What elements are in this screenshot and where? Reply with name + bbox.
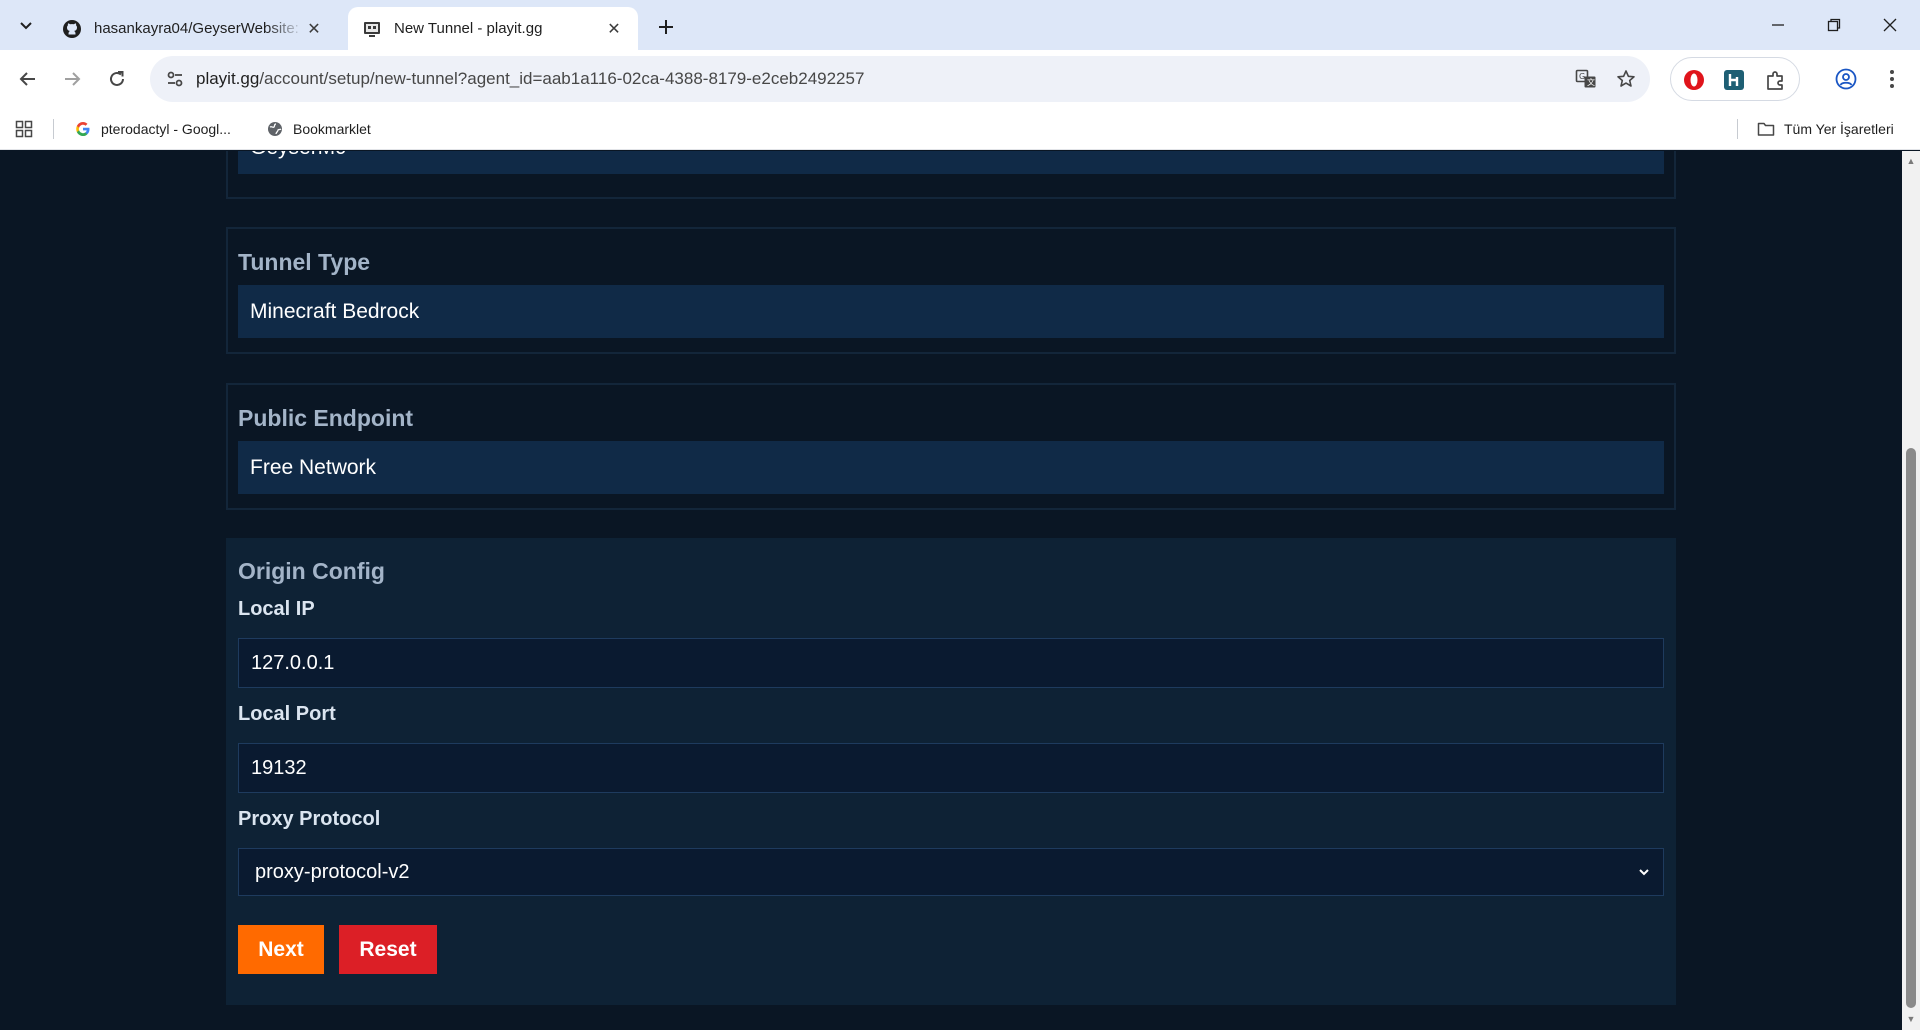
tunnel-name-section: GeyserMc (226, 151, 1676, 199)
menu-button[interactable] (1876, 63, 1908, 95)
forward-arrow-icon (65, 72, 81, 86)
public-endpoint-title: Public Endpoint (238, 405, 414, 431)
tab-strip: hasankayra04/GeyserWebsite: S ✕ New Tunn… (0, 0, 1920, 50)
tab-github[interactable]: hasankayra04/GeyserWebsite: S ✕ (48, 7, 338, 50)
svg-text:G: G (1579, 72, 1585, 81)
profile-icon (1835, 68, 1857, 90)
restore-icon (1827, 18, 1841, 32)
origin-config-section: Origin Config Local IP 127.0.0.1 Local P… (226, 538, 1676, 1005)
reload-icon (110, 71, 124, 86)
proxy-protocol-select[interactable]: proxy-protocol-v2 (238, 848, 1664, 896)
plus-icon (659, 20, 673, 34)
page-content: GeyserMc Tunnel Type Minecraft Bedrock P… (0, 151, 1902, 1030)
h-extension-button[interactable] (1719, 65, 1749, 95)
scroll-up-icon[interactable]: ▲ (1905, 155, 1917, 167)
globe-icon (266, 120, 284, 138)
address-bar[interactable]: playit.gg/account/setup/new-tunnel?agent… (150, 56, 1650, 102)
tune-icon (167, 71, 183, 87)
apps-button[interactable] (12, 117, 36, 141)
puzzle-icon (1767, 71, 1783, 90)
h-extension-icon (1724, 70, 1744, 90)
folder-icon (1757, 120, 1775, 138)
google-icon (74, 120, 92, 138)
back-arrow-icon (19, 72, 35, 86)
bookmark-divider (53, 119, 54, 139)
all-bookmarks-label: Tüm Yer İşaretleri (1784, 121, 1894, 137)
github-icon (63, 19, 81, 38)
tab-title: New Tunnel - playit.gg (394, 20, 543, 37)
url-host: playit.gg (196, 69, 260, 88)
new-tab-button[interactable] (652, 13, 680, 41)
chevron-down-icon (1635, 863, 1653, 881)
page-scrollbar[interactable]: ▲ ▼ (1902, 151, 1920, 1030)
url-path: /account/setup/new-tunnel?agent_id=aab1a… (259, 69, 865, 88)
scroll-down-icon[interactable]: ▼ (1905, 1013, 1917, 1025)
public-endpoint-section: Public Endpoint Free Network (226, 383, 1676, 510)
close-tab-icon[interactable]: ✕ (604, 19, 624, 39)
back-button[interactable] (12, 63, 44, 95)
bookmarks-bar: pterodactyl - Googl... Bookmarklet Tüm Y… (0, 108, 1920, 150)
reset-button[interactable]: Reset (339, 925, 437, 974)
tunnel-type-section: Tunnel Type Minecraft Bedrock (226, 227, 1676, 354)
bookmark-pterodactyl[interactable]: pterodactyl - Googl... (74, 117, 231, 141)
reload-button[interactable] (101, 63, 133, 95)
chevron-down-icon (20, 22, 32, 30)
restore-button[interactable] (1806, 0, 1862, 50)
local-port-input[interactable]: 19132 (238, 743, 1664, 793)
minimize-icon (1772, 24, 1784, 26)
star-icon (1617, 70, 1635, 87)
translate-icon: G文 (1575, 69, 1596, 88)
close-icon (1883, 18, 1897, 32)
url-text: playit.gg/account/setup/new-tunnel?agent… (196, 69, 864, 89)
browser-toolbar: playit.gg/account/setup/new-tunnel?agent… (0, 50, 1920, 108)
site-info-button[interactable] (160, 64, 190, 94)
apps-grid-icon (15, 120, 33, 138)
minimize-button[interactable] (1750, 0, 1806, 50)
local-port-label: Local Port (238, 703, 336, 725)
proxy-protocol-value: proxy-protocol-v2 (255, 860, 410, 883)
bookmark-bookmarklet[interactable]: Bookmarklet (266, 117, 371, 141)
tunnel-type-title: Tunnel Type (238, 249, 371, 275)
bookmark-divider (1737, 119, 1738, 139)
extensions-group (1670, 57, 1800, 101)
close-tab-icon[interactable]: ✕ (304, 19, 324, 39)
close-window-button[interactable] (1862, 0, 1918, 50)
profile-button[interactable] (1830, 63, 1862, 95)
origin-config-title: Origin Config (238, 558, 385, 584)
playit-icon (364, 21, 380, 37)
bookmark-label: Bookmarklet (293, 121, 371, 137)
local-ip-label: Local IP (238, 598, 315, 620)
svg-text:文: 文 (1587, 77, 1595, 87)
opera-icon (1684, 70, 1704, 90)
local-ip-input[interactable]: 127.0.0.1 (238, 638, 1664, 688)
tunnel-name-value[interactable]: GeyserMc (238, 151, 1664, 174)
all-bookmarks-button[interactable]: Tüm Yer İşaretleri (1757, 117, 1894, 141)
forward-button[interactable] (56, 63, 88, 95)
bookmark-label: pterodactyl - Googl... (101, 121, 231, 137)
tab-playit[interactable]: New Tunnel - playit.gg ✕ (348, 7, 638, 50)
tab-title: hasankayra04/GeyserWebsite: S (94, 20, 304, 37)
opera-extension-button[interactable] (1679, 65, 1709, 95)
bookmark-star-button[interactable] (1611, 64, 1641, 94)
translate-button[interactable]: G文 (1571, 64, 1601, 94)
tunnel-type-value[interactable]: Minecraft Bedrock (238, 285, 1664, 338)
extensions-button[interactable] (1761, 65, 1791, 95)
proxy-protocol-label: Proxy Protocol (238, 808, 381, 830)
more-vert-icon (1890, 70, 1894, 88)
public-endpoint-value[interactable]: Free Network (238, 441, 1664, 494)
scroll-thumb[interactable] (1906, 448, 1916, 1008)
next-button[interactable]: Next (238, 925, 324, 974)
tab-search-button[interactable] (10, 10, 42, 40)
